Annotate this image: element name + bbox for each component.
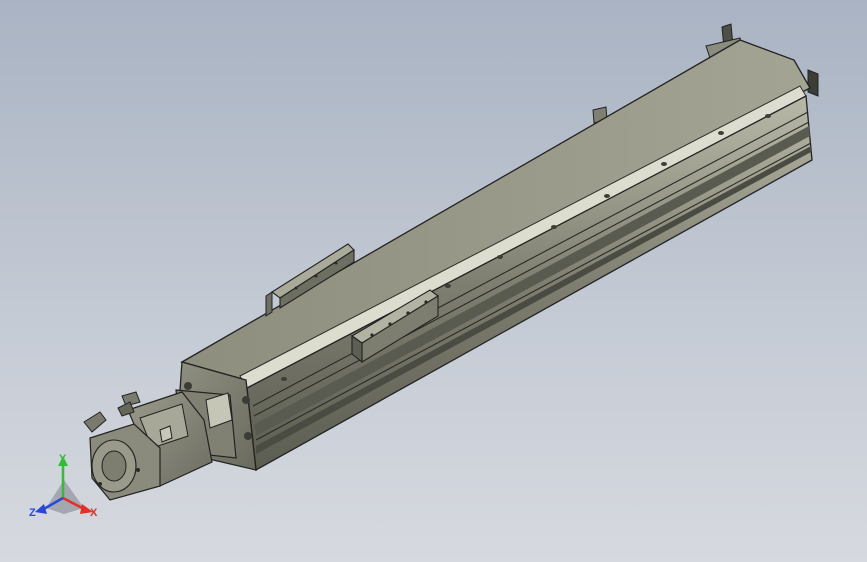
graphics-viewport[interactable]: Y X Z: [0, 0, 867, 562]
linear-actuator-model[interactable]: [83, 23, 819, 501]
x-axis-label: X: [90, 507, 98, 519]
z-axis-label: Z: [29, 507, 36, 519]
servo-motor: [89, 391, 213, 501]
triad-base-shade: [46, 480, 84, 514]
cad-model-view[interactable]: Y X Z: [0, 0, 867, 562]
y-axis-label: Y: [59, 453, 67, 465]
view-orientation-triad[interactable]: Y X Z: [29, 453, 98, 519]
